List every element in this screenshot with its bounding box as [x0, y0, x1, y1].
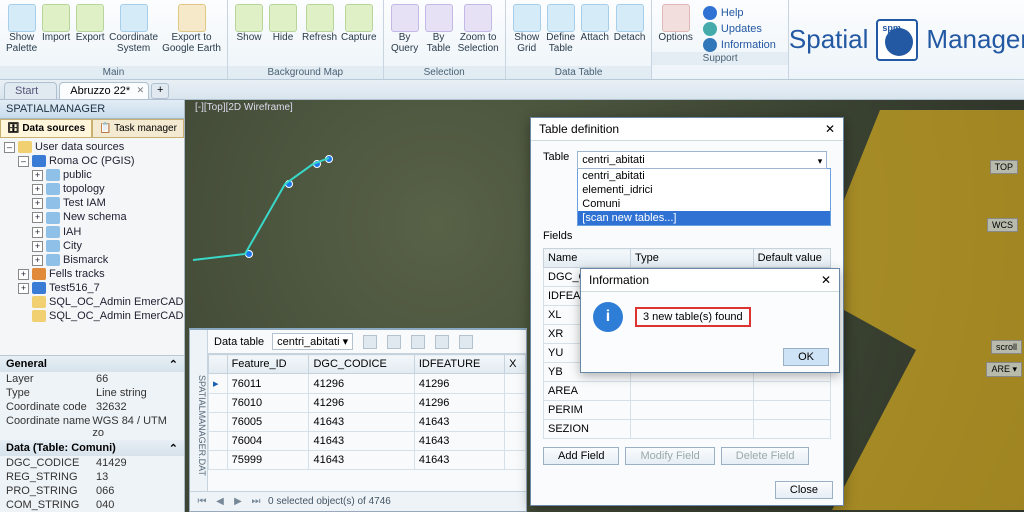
bg-hide-button[interactable]: Hide	[266, 2, 300, 66]
tab-data-sources[interactable]: 🗄 Data sources	[0, 119, 92, 138]
ribbon-group-selection: By Query By Table Zoom to Selection Sele…	[384, 0, 506, 79]
data-table-panel: SPATIALMANAGER.DAT Data table centri_abi…	[189, 328, 527, 512]
are-dropdown[interactable]: ARE ▾	[986, 362, 1022, 377]
table-combo[interactable]: centri_abitati▾	[577, 151, 827, 169]
side-panel: SPATIALMANAGER 🗄 Data sources 📋 Task man…	[0, 100, 185, 512]
table-row: 760054164341643	[209, 413, 526, 432]
import-button[interactable]: Import	[39, 2, 73, 66]
ribbon-group-datatable: Show Grid Define Table Attach Detach Dat…	[506, 0, 653, 79]
attach-button[interactable]: Attach	[578, 2, 612, 66]
close-icon[interactable]: ✕	[137, 85, 145, 96]
section-data[interactable]: Data (Table: Comuni)⌃	[0, 440, 184, 456]
brand-logo-icon	[876, 19, 918, 61]
first-icon[interactable]: ⏮	[196, 496, 208, 507]
show-palette-button[interactable]: Show Palette	[4, 2, 39, 66]
updates-link[interactable]: Updates	[703, 22, 776, 36]
table-row: ▸760114129641296	[209, 374, 526, 394]
options-button[interactable]: Options	[656, 2, 694, 52]
export-google-earth-button[interactable]: Export to Google Earth	[160, 2, 223, 66]
document-tabs: Start Abruzzo 22*✕ +	[0, 80, 1024, 100]
help-link[interactable]: Help	[703, 6, 776, 20]
pencil-icon[interactable]	[411, 335, 425, 349]
brand: Spatial Manager	[789, 0, 1024, 79]
information-link[interactable]: Information	[703, 38, 776, 52]
table-row: 760104129641296	[209, 394, 526, 413]
tab-task-manager[interactable]: 📋 Task manager	[92, 119, 184, 138]
new-tab-button[interactable]: +	[151, 83, 169, 99]
scroll-label: scroll	[991, 340, 1022, 354]
updates-icon	[703, 22, 717, 36]
data-table-side-label: SPATIALMANAGER.DAT	[190, 330, 208, 491]
close-icon[interactable]: ✕	[825, 122, 835, 136]
ribbon-group-bgmap: Show Hide Refresh Capture Background Map	[228, 0, 384, 79]
table-row: 760044164341643	[209, 432, 526, 451]
panel-title: SPATIALMANAGER	[0, 100, 184, 119]
ok-button[interactable]: OK	[783, 348, 829, 366]
viewcube-wcs[interactable]: WCS	[987, 218, 1018, 232]
viewcube-top[interactable]: TOP	[990, 160, 1018, 174]
close-icon[interactable]: ✕	[821, 273, 831, 287]
info-icon	[703, 38, 717, 52]
information-dialog: Information ✕ i 3 new table(s) found OK	[580, 268, 840, 373]
export-icon[interactable]	[387, 335, 401, 349]
ribbon-group-label: Main	[0, 66, 227, 79]
bg-capture-button[interactable]: Capture	[339, 2, 379, 66]
table-combo-dropdown[interactable]: centri_abitati elementi_idrici Comuni [s…	[577, 168, 831, 226]
section-general[interactable]: General⌃	[0, 356, 184, 372]
define-table-button[interactable]: Define Table	[544, 2, 578, 66]
data-table-select[interactable]: centri_abitati ▾	[272, 333, 353, 350]
modify-field-button[interactable]: Modify Field	[625, 447, 714, 465]
table-row: 759994164341643	[209, 451, 526, 470]
ribbon-group-support: Options Help Updates Information Support	[652, 0, 789, 79]
info-message: 3 new table(s) found	[635, 307, 751, 327]
dialog-title: Table definition	[539, 122, 619, 136]
data-table-title: Data table	[214, 336, 264, 348]
columns-icon[interactable]	[459, 335, 473, 349]
help-icon	[703, 6, 717, 20]
data-table[interactable]: Feature_IDDGC_CODICEIDFEATUREX ▸76011412…	[208, 354, 526, 470]
detach-button[interactable]: Detach	[612, 2, 648, 66]
bg-show-button[interactable]: Show	[232, 2, 266, 66]
by-table-button[interactable]: By Table	[422, 2, 456, 66]
prev-icon[interactable]: ◀	[214, 496, 226, 507]
delete-field-button[interactable]: Delete Field	[721, 447, 810, 465]
ribbon: Show Palette Import Export Coordinate Sy…	[0, 0, 1024, 80]
show-grid-button[interactable]: Show Grid	[510, 2, 544, 66]
data-source-tree[interactable]: –User data sources –Roma OC (PGIS) +publ…	[0, 138, 184, 355]
ribbon-group-main: Show Palette Import Export Coordinate Sy…	[0, 0, 228, 79]
add-field-button[interactable]: Add Field	[543, 447, 619, 465]
last-icon[interactable]: ⏭	[250, 496, 262, 507]
by-query-button[interactable]: By Query	[388, 2, 422, 66]
tab-abruzzo[interactable]: Abruzzo 22*✕	[59, 82, 149, 99]
bg-refresh-button[interactable]: Refresh	[300, 2, 339, 66]
data-table-footer: ⏮ ◀ ▶ ⏭ 0 selected object(s) of 4746	[190, 491, 526, 511]
coord-system-button[interactable]: Coordinate System	[107, 2, 160, 66]
dialog-title: Information	[589, 273, 649, 287]
next-icon[interactable]: ▶	[232, 496, 244, 507]
refresh-icon[interactable]	[363, 335, 377, 349]
close-button[interactable]: Close	[775, 481, 833, 499]
info-icon: i	[593, 302, 623, 332]
tab-start[interactable]: Start	[4, 82, 57, 99]
zoom-selection-button[interactable]: Zoom to Selection	[456, 2, 501, 66]
grid-icon[interactable]	[435, 335, 449, 349]
export-button[interactable]: Export	[73, 2, 107, 66]
